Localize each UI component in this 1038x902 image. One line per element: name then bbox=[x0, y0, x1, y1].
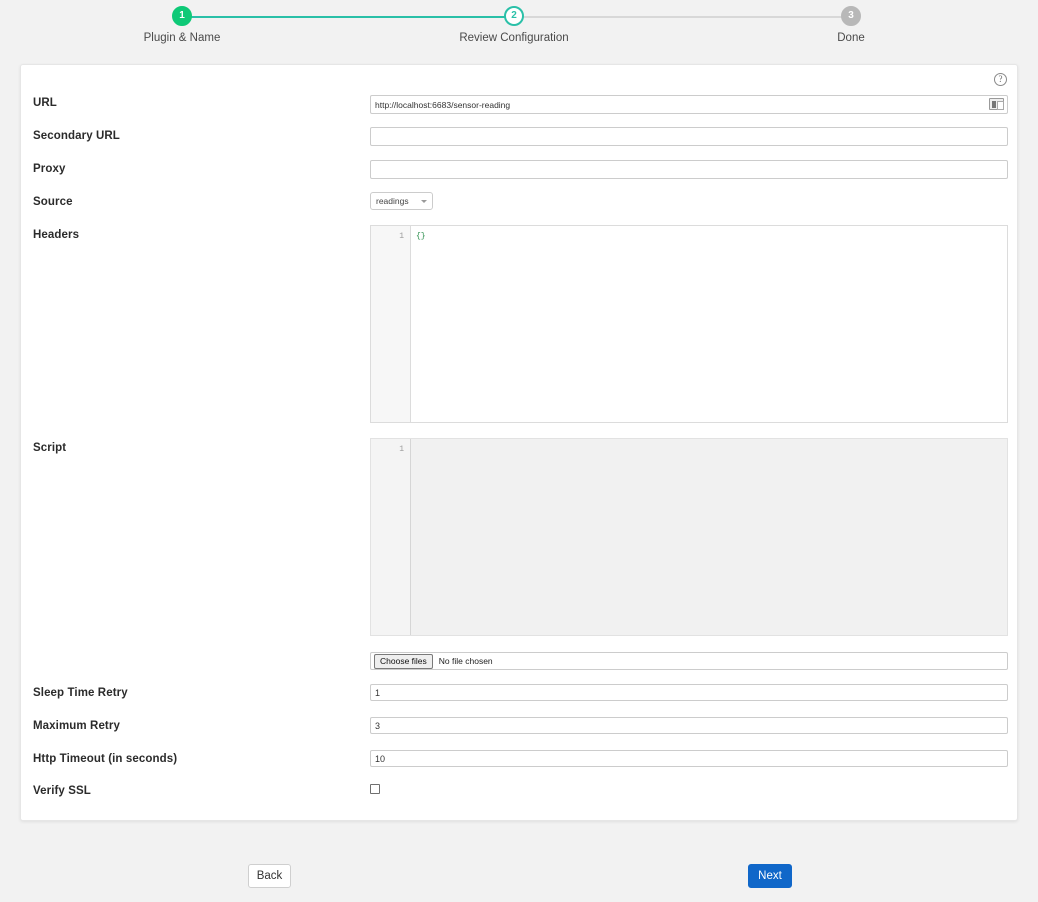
step-1-bubble: 1 bbox=[172, 6, 192, 26]
http-timeout-label: Http Timeout (in seconds) bbox=[33, 753, 178, 765]
file-status-text: No file chosen bbox=[438, 656, 493, 666]
sleep-time-retry-label: Sleep Time Retry bbox=[33, 687, 128, 699]
script-label: Script bbox=[33, 442, 67, 454]
choose-files-button[interactable]: Choose files bbox=[374, 653, 433, 669]
step-3-bubble: 3 bbox=[841, 6, 861, 26]
wizard-stepper: 1 Plugin & Name 2 Review Configuration 3… bbox=[0, 0, 1038, 56]
verify-ssl-label: Verify SSL bbox=[33, 785, 91, 797]
step-2-bubble: 2 bbox=[504, 6, 524, 26]
script-file-input[interactable]: Choose files No file chosen bbox=[370, 652, 1008, 670]
script-code-content[interactable] bbox=[411, 439, 1007, 635]
step-3-done[interactable]: 3 Done bbox=[791, 0, 911, 44]
step-1-label: Plugin & Name bbox=[143, 32, 221, 44]
headers-code-editor[interactable]: 1 {} bbox=[370, 225, 1008, 423]
headers-gutter-line-number: 1 bbox=[371, 226, 411, 422]
step-1-plugin-and-name[interactable]: 1 Plugin & Name bbox=[122, 0, 242, 44]
plugin-config-wizard-page: 1 Plugin & Name 2 Review Configuration 3… bbox=[0, 0, 1038, 902]
script-code-editor[interactable]: 1 bbox=[370, 438, 1008, 636]
panel-icon[interactable] bbox=[989, 98, 1004, 110]
step-2-review-configuration[interactable]: 2 Review Configuration bbox=[454, 0, 574, 44]
headers-label: Headers bbox=[33, 229, 80, 241]
configuration-form-card: ? URL Secondary URL Proxy Source reading… bbox=[20, 64, 1018, 821]
http-timeout-input[interactable] bbox=[370, 750, 1008, 767]
back-button[interactable]: Back bbox=[248, 864, 291, 888]
url-input-group bbox=[370, 95, 1008, 114]
step-2-label: Review Configuration bbox=[459, 32, 569, 44]
wizard-footer: Back Next bbox=[0, 855, 1038, 897]
proxy-input[interactable] bbox=[370, 160, 1008, 179]
step-3-label: Done bbox=[837, 32, 865, 44]
next-button[interactable]: Next bbox=[748, 864, 792, 888]
proxy-label: Proxy bbox=[33, 163, 66, 175]
sleep-time-retry-input[interactable] bbox=[370, 684, 1008, 701]
verify-ssl-checkbox[interactable] bbox=[370, 784, 380, 794]
secondary-url-input[interactable] bbox=[370, 127, 1008, 146]
maximum-retry-label: Maximum Retry bbox=[33, 720, 120, 732]
secondary-url-label: Secondary URL bbox=[33, 130, 120, 142]
maximum-retry-input[interactable] bbox=[370, 717, 1008, 734]
help-circle-icon[interactable]: ? bbox=[994, 73, 1007, 86]
source-label: Source bbox=[33, 196, 73, 208]
url-input[interactable] bbox=[370, 95, 1008, 114]
headers-code-content[interactable]: {} bbox=[411, 226, 1007, 422]
source-select[interactable]: readings bbox=[370, 192, 433, 210]
url-label: URL bbox=[33, 97, 57, 109]
script-gutter-line-number: 1 bbox=[371, 439, 411, 635]
